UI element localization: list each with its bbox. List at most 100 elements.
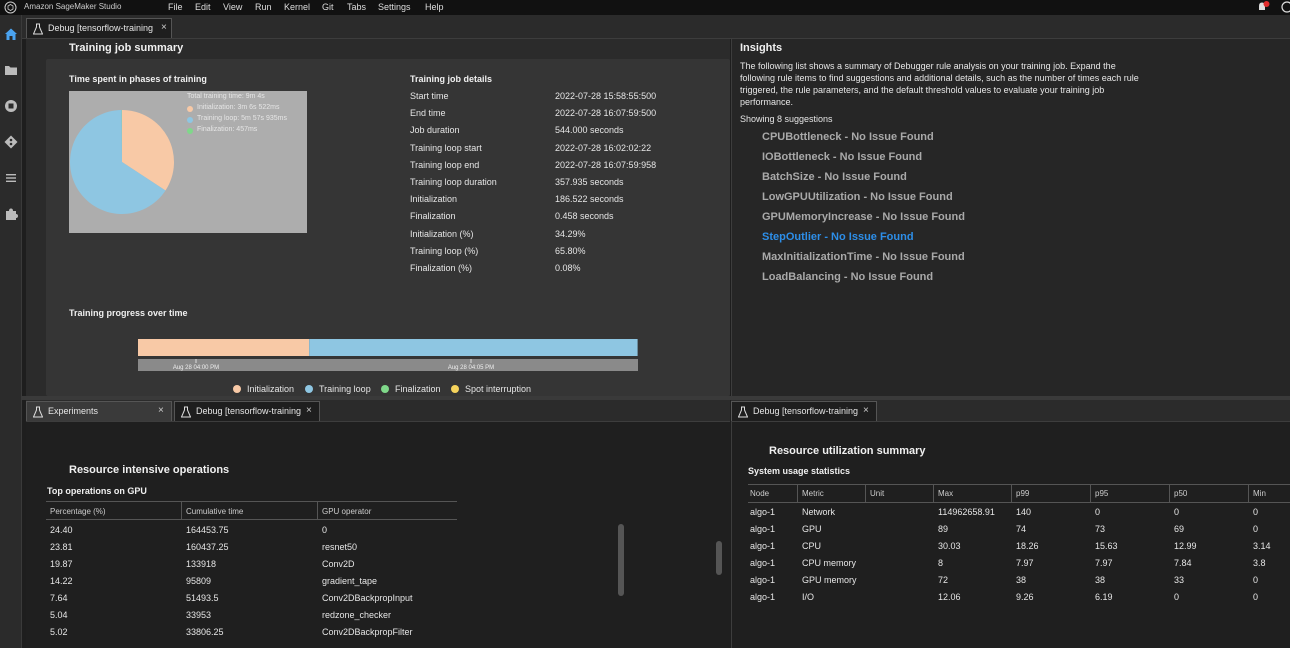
table-cell: 3.8 <box>1253 558 1266 568</box>
table-cell: GPU memory <box>802 575 857 585</box>
table-cell: 72 <box>938 575 949 585</box>
table-cell: 12.06 <box>938 592 961 602</box>
table-cell: 18.26 <box>1016 541 1039 551</box>
inner-scrollbar[interactable] <box>618 524 624 596</box>
tab-label: Debug [tensorflow-training <box>753 406 859 416</box>
menu-git[interactable]: Git <box>322 2 334 12</box>
table-cell: 0 <box>1174 592 1180 602</box>
rule-item[interactable]: MaxInitializationTime - No Issue Found <box>762 251 965 263</box>
table-cell: Network <box>802 507 836 517</box>
close-icon[interactable]: × <box>161 22 167 33</box>
detail-value: 0.458 seconds <box>555 211 614 222</box>
table-cell: 8 <box>938 558 944 568</box>
table-cell: 0 <box>1095 507 1101 517</box>
detail-label: Training loop (%) <box>410 245 479 256</box>
bottom-left-tab-bar: Experiments × Debug [tensorflow-training… <box>26 400 730 422</box>
detail-value: 357.935 seconds <box>555 177 624 187</box>
home-icon[interactable] <box>3 26 19 42</box>
table-cell: 30.03 <box>938 541 961 551</box>
rule-item[interactable]: GPUMemoryIncrease - No Issue Found <box>762 211 965 223</box>
menu-settings[interactable]: Settings <box>378 2 411 12</box>
table-divider <box>748 484 1290 485</box>
rule-item[interactable]: LowGPUUtilization - No Issue Found <box>762 191 953 203</box>
folder-icon[interactable] <box>3 62 19 78</box>
user-icon[interactable] <box>1281 1 1290 13</box>
rule-item[interactable]: IOBottleneck - No Issue Found <box>762 151 922 163</box>
table-cell: Conv2DBackpropFilter <box>322 627 413 637</box>
rule-item[interactable]: StepOutlier - No Issue Found <box>762 231 914 243</box>
table-cell: 38 <box>1016 575 1027 585</box>
summary-title: Training job summary <box>69 42 184 54</box>
left-sidebar <box>0 15 22 648</box>
util-title: Resource utilization summary <box>769 445 926 457</box>
table-header: p95 <box>1095 489 1109 498</box>
rule-item[interactable]: LoadBalancing - No Issue Found <box>762 271 933 283</box>
table-cell: 7.97 <box>1016 558 1034 568</box>
table-cell: 6.19 <box>1095 592 1113 602</box>
menu-tabs[interactable]: Tabs <box>347 2 366 12</box>
tab-debug-left[interactable]: Debug [tensorflow-training × <box>174 401 320 421</box>
table-cell: 15.63 <box>1095 541 1118 551</box>
extension-icon[interactable] <box>3 206 19 222</box>
progress-legend-training-loop: Training loop <box>319 384 371 394</box>
rule-item[interactable]: BatchSize - No Issue Found <box>762 171 907 183</box>
table-divider <box>46 519 457 520</box>
table-cell: 0 <box>1174 507 1180 517</box>
table-cell: 51493.5 <box>186 593 219 603</box>
detail-label: Initialization <box>410 194 458 205</box>
panel-scrollbar[interactable] <box>716 541 722 575</box>
app-name: Amazon SageMaker Studio <box>24 2 122 11</box>
list-icon[interactable] <box>3 170 19 186</box>
table-cell: algo-1 <box>750 592 776 602</box>
detail-label: Training loop duration <box>410 177 497 187</box>
progress-tick-label: Aug 28 04:05 PM <box>448 365 494 371</box>
column-divider <box>1011 484 1012 502</box>
table-cell: 95809 <box>186 576 212 586</box>
table-header: GPU operator <box>322 507 372 516</box>
pie-title: Time spent in phases of training <box>69 74 207 84</box>
flask-icon <box>738 406 748 418</box>
table-cell: algo-1 <box>750 524 776 534</box>
progress-legend-dot-training-loop <box>305 385 313 393</box>
bottom-right-tab-bar: Debug [tensorflow-training × <box>731 400 1290 422</box>
tab-experiments[interactable]: Experiments × <box>26 401 172 421</box>
pie-legend-initialization: Initialization: 3m 6s 522ms <box>197 104 280 111</box>
tab-debug-main[interactable]: Debug [tensorflow-training × <box>26 18 172 38</box>
table-cell: 164453.75 <box>186 525 229 535</box>
close-icon[interactable]: × <box>158 405 164 416</box>
table-header: Min <box>1253 489 1266 498</box>
pie-chart-area: Total training time: 9m 4s Initializatio… <box>69 91 307 233</box>
util-subtitle: System usage statistics <box>748 466 851 476</box>
table-cell: 7.97 <box>1095 558 1113 568</box>
table-cell: 24.40 <box>50 525 73 535</box>
notification-bell-icon[interactable] <box>1256 0 1270 14</box>
menu-kernel[interactable]: Kernel <box>284 2 310 12</box>
menu-bar: Amazon SageMaker Studio File Edit View R… <box>0 0 1290 15</box>
table-cell: 0 <box>1253 592 1259 602</box>
sagemaker-logo-icon <box>4 1 17 14</box>
git-icon[interactable] <box>3 134 19 150</box>
details-title: Training job details <box>410 74 493 84</box>
table-cell: 140 <box>1016 507 1032 517</box>
stop-circle-icon[interactable] <box>3 98 19 114</box>
rule-item[interactable]: CPUBottleneck - No Issue Found <box>762 131 934 143</box>
close-icon[interactable]: × <box>863 405 869 416</box>
table-header: Metric <box>802 489 824 498</box>
menu-run[interactable]: Run <box>255 2 272 12</box>
detail-label: End time <box>410 108 446 119</box>
detail-label: Training loop end <box>410 159 480 170</box>
legend-dot-finalization <box>187 128 193 134</box>
close-icon[interactable]: × <box>306 405 312 416</box>
menu-view[interactable]: View <box>223 2 242 12</box>
table-cell: GPU <box>802 524 822 534</box>
menu-file[interactable]: File <box>168 2 183 12</box>
table-cell: algo-1 <box>750 558 776 568</box>
legend-dot-initialization <box>187 106 193 112</box>
table-cell: 0 <box>1253 507 1259 517</box>
menu-help[interactable]: Help <box>425 2 444 12</box>
tab-debug-right[interactable]: Debug [tensorflow-training × <box>731 401 877 421</box>
ops-title: Resource intensive operations <box>69 464 230 476</box>
table-header: Percentage (%) <box>50 507 106 516</box>
menu-edit[interactable]: Edit <box>195 2 211 12</box>
detail-value: 186.522 seconds <box>555 194 624 205</box>
